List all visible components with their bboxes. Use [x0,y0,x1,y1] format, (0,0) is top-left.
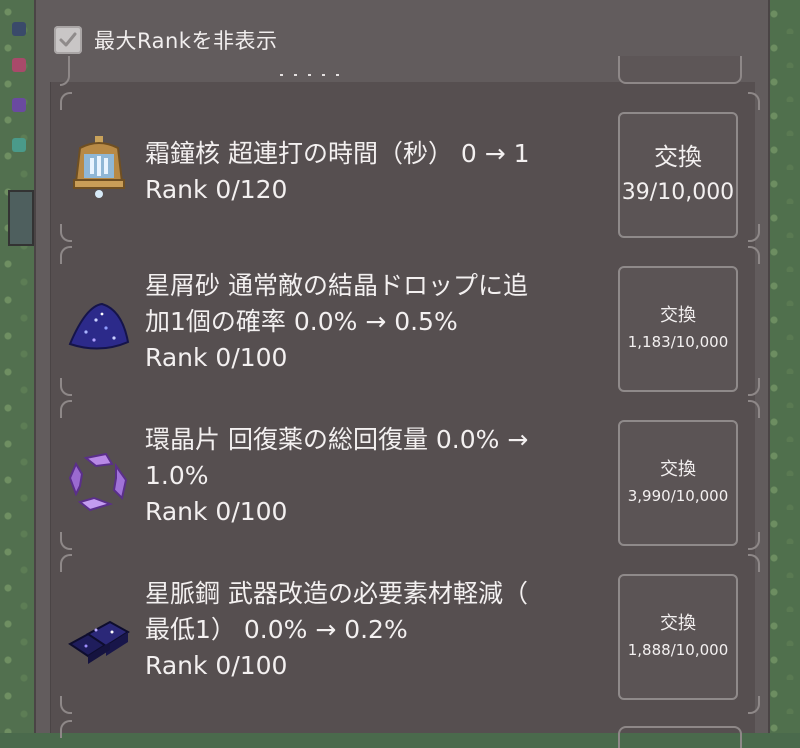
left-status-icon [12,138,26,152]
left-status-icon [12,98,26,112]
item-description-cont: 最低1） 0.0% → 0.2% [145,615,408,644]
trade-button-label: 交換 [660,305,696,326]
list-item: 環晶片 回復薬の総回復量 0.0% → 1.0% Rank 0/100 交換 3… [60,400,760,550]
item-description: 環晶片 回復薬の総回復量 0.0% → [145,425,529,454]
trade-button[interactable]: 交換 1,183/10,000 [618,266,738,392]
frost-bell-core-icon [66,134,132,200]
item-description: 星屑砂 通常敵の結晶ドロップに追 [145,271,528,300]
trade-button-count: 3,990/10,000 [627,487,729,505]
list-item-partial [60,718,760,748]
list-item: 星屑砂 通常敵の結晶ドロップに追 加1個の確率 0.0% → 0.5% Rank… [60,246,760,396]
trade-button[interactable]: 交換 1,888/10,000 [618,574,738,700]
star-vein-steel-icon [66,604,132,670]
trade-button-count: 39/10,000 [621,180,735,205]
trade-button-label: 交換 [660,459,696,480]
trade-button-count: 1,183/10,000 [627,333,729,351]
check-icon [59,32,77,47]
item-rank: Rank 0/100 [145,343,288,372]
list-item: 霜鐘核 超連打の時間（秒） 0 → 1 Rank 0/120 交換 39/10,… [60,92,760,242]
list-item-partial [60,56,760,86]
item-description-cont: 1.0% [145,461,209,490]
trade-button-count: 1,888/10,000 [627,641,729,659]
trade-button-label: 交換 [654,143,702,171]
left-slot-frame[interactable] [8,190,34,246]
trade-button-label: 交換 [660,613,696,634]
hide-max-rank-toggle[interactable]: 最大Rankを非表示 [54,24,277,56]
item-rank: Rank 0/120 [145,175,288,204]
star-dust-icon [66,292,132,358]
list-item: 星脈鋼 武器改造の必要素材軽減（ 最低1） 0.0% → 0.2% Rank 0… [60,554,760,714]
ring-crystal-shard-icon [66,450,132,516]
hide-max-rank-label: 最大Rankを非表示 [94,29,278,53]
trade-button[interactable]: 交換 3,990/10,000 [618,420,738,546]
item-description-cont: 加1個の確率 0.0% → 0.5% [145,307,458,336]
left-status-icon [12,58,26,72]
item-description: 霜鐘核 超連打の時間（秒） 0 → 1 [145,139,530,168]
item-rank: Rank 0/100 [145,497,288,526]
trade-button[interactable]: 交換 39/10,000 [618,112,738,238]
hide-max-rank-checkbox[interactable] [54,26,82,54]
item-rank: Rank 0/100 [145,651,288,680]
trade-button-partial[interactable] [618,726,742,748]
left-status-icon [12,22,26,36]
trade-button-partial[interactable] [618,56,742,84]
item-description: 星脈鋼 武器改造の必要素材軽減（ [145,579,528,608]
